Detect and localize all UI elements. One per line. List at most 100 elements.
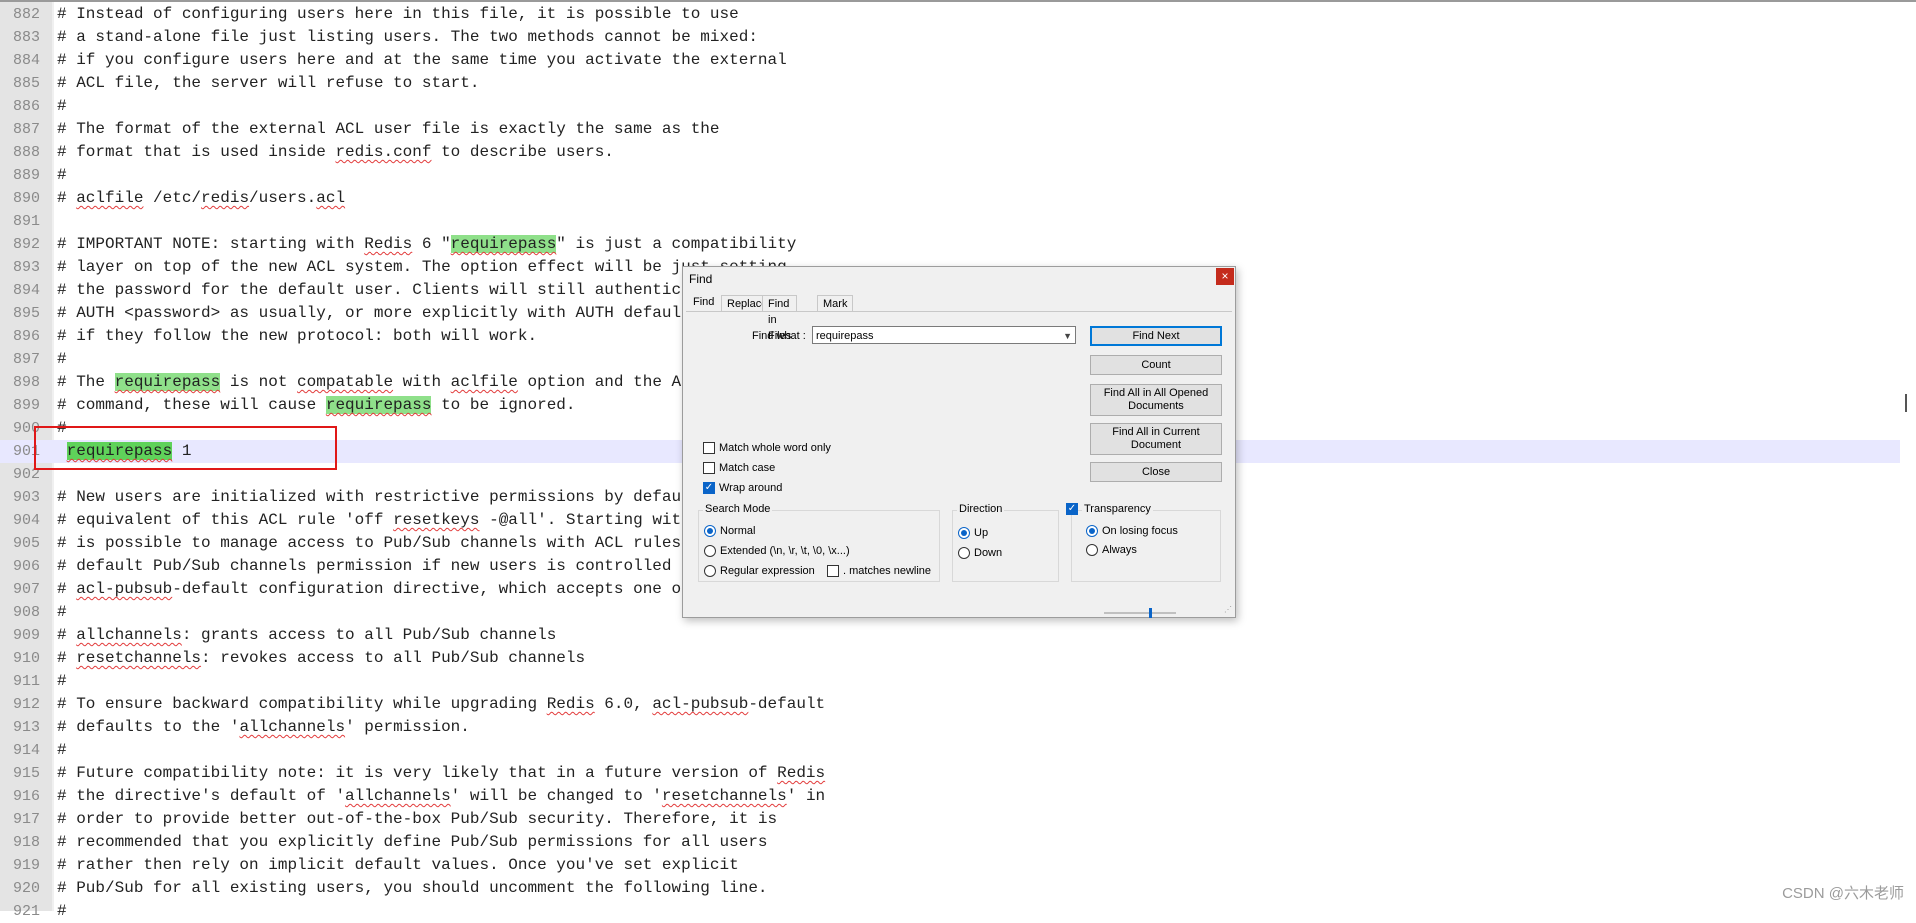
line-text: # xyxy=(57,900,67,923)
count-button[interactable]: Count xyxy=(1090,355,1222,375)
code-line[interactable]: 918 # recommended that you explicitly def… xyxy=(0,831,1900,854)
slider-knob[interactable] xyxy=(1149,608,1152,618)
normal-radio[interactable] xyxy=(704,525,716,537)
extended-radio[interactable] xyxy=(704,545,716,557)
code-line[interactable]: 882 # Instead of configuring users here i… xyxy=(0,3,1900,26)
code-line[interactable]: 913 # defaults to the 'allchannels' permi… xyxy=(0,716,1900,739)
line-text: # command, these will cause requirepass … xyxy=(57,394,576,417)
code-line[interactable]: 883 # a stand-alone file just listing use… xyxy=(0,26,1900,49)
text-segment: ' in xyxy=(786,787,826,805)
text-segment: resetchannels xyxy=(661,787,787,805)
text-segment: : revokes access to all Pub/Sub channels xyxy=(201,649,586,667)
find-all-opened-button[interactable]: Find All in All Opened Documents xyxy=(1090,384,1222,416)
text-segment: to be ignored. xyxy=(431,396,576,414)
on-losing-focus-radio[interactable] xyxy=(1086,525,1098,537)
code-line[interactable]: 914 # xyxy=(0,739,1900,762)
text-segment: # default Pub/Sub channels permission if… xyxy=(57,557,739,575)
line-number: 905 xyxy=(12,535,40,552)
code-line[interactable]: 910 # resetchannels: revokes access to al… xyxy=(0,647,1900,670)
code-line[interactable]: 909 # allchannels: grants access to all P… xyxy=(0,624,1900,647)
down-label: Down xyxy=(974,547,1003,559)
close-icon[interactable]: × xyxy=(1216,268,1234,285)
text-segment: aclfile xyxy=(450,373,518,391)
line-text: # allchannels: grants access to all Pub/… xyxy=(57,624,556,647)
line-number: 907 xyxy=(12,581,40,598)
text-segment: 6 " xyxy=(412,235,451,253)
text-segment: " is just a compatibility xyxy=(556,235,797,253)
line-text: # aclfile /etc/redis/users.acl xyxy=(57,187,345,210)
find-dialog[interactable]: Find × Find Replace Find in Files Mark F… xyxy=(682,266,1236,618)
find-what-input[interactable]: requirepass ▼ xyxy=(812,326,1076,344)
tab-find-in-files[interactable]: Find in Files xyxy=(762,295,798,342)
down-radio[interactable] xyxy=(958,547,970,559)
transparency-slider[interactable] xyxy=(1104,608,1176,618)
text-segment: /etc/ xyxy=(143,189,202,207)
match-whole-word-checkbox[interactable] xyxy=(703,442,715,454)
line-number: 906 xyxy=(12,558,40,575)
matches-newline-checkbox[interactable] xyxy=(827,565,839,577)
text-segment: # xyxy=(57,672,67,690)
find-all-current-button[interactable]: Find All in Current Document xyxy=(1090,423,1222,455)
code-line[interactable]: 891 xyxy=(0,210,1900,233)
match-case-checkbox[interactable] xyxy=(703,462,715,474)
line-number: 884 xyxy=(12,52,40,69)
code-line[interactable]: 919 # rather then rely on implicit defaul… xyxy=(0,854,1900,877)
regex-label: Regular expression xyxy=(720,565,815,577)
code-line[interactable]: 889 # xyxy=(0,164,1900,187)
code-line[interactable]: 886 # xyxy=(0,95,1900,118)
code-line[interactable]: 915 # Future compatibility note: it is ve… xyxy=(0,762,1900,785)
normal-label: Normal xyxy=(720,525,756,537)
code-line[interactable]: 887 # The format of the external ACL user… xyxy=(0,118,1900,141)
chevron-down-icon[interactable]: ▼ xyxy=(1063,327,1072,345)
line-number: 910 xyxy=(12,650,40,667)
code-line[interactable]: 885 # ACL file, the server will refuse to… xyxy=(0,72,1900,95)
code-line[interactable]: 890 # aclfile /etc/redis/users.acl xyxy=(0,187,1900,210)
line-text: # Pub/Sub for all existing users, you sh… xyxy=(57,877,768,900)
code-line[interactable]: 912 # To ensure backward compatibility wh… xyxy=(0,693,1900,716)
code-line[interactable]: 884 # if you configure users here and at … xyxy=(0,49,1900,72)
close-button[interactable]: Close xyxy=(1090,462,1222,482)
line-text: # xyxy=(57,739,67,762)
line-number: 920 xyxy=(12,880,40,897)
code-line[interactable]: 888 # format that is used inside redis.co… xyxy=(0,141,1900,164)
scrollbar-marker[interactable] xyxy=(1905,394,1907,412)
line-number: 890 xyxy=(12,190,40,207)
wrap-around-checkbox[interactable]: ✓ xyxy=(703,482,715,494)
find-next-button[interactable]: Find Next xyxy=(1090,326,1222,346)
code-line[interactable]: 920 # Pub/Sub for all existing users, you… xyxy=(0,877,1900,900)
line-number: 886 xyxy=(12,98,40,115)
text-segment: 6.0, xyxy=(594,695,653,713)
tab-mark[interactable]: Mark xyxy=(817,295,854,312)
always-radio[interactable] xyxy=(1086,544,1098,556)
text-segment: # recommended that you explicitly define… xyxy=(57,833,768,851)
line-number: 894 xyxy=(12,282,40,299)
text-segment: allchannels xyxy=(345,787,451,805)
direction-title: Direction xyxy=(957,503,1005,515)
line-number: 896 xyxy=(12,328,40,345)
transparency-label: Transparency xyxy=(1082,503,1153,515)
extended-label: Extended (\n, \r, \t, \0, \x...) xyxy=(720,545,850,557)
line-text: # a stand-alone file just listing users.… xyxy=(57,26,758,49)
code-line[interactable]: 917 # order to provide better out-of-the-… xyxy=(0,808,1900,831)
text-segment: # xyxy=(57,626,77,644)
code-line[interactable]: 892 # IMPORTANT NOTE: starting with Redis… xyxy=(0,233,1900,256)
text-segment: # xyxy=(57,580,77,598)
text-segment: # Pub/Sub for all existing users, you sh… xyxy=(57,879,768,897)
text-segment: # order to provide better out-of-the-box… xyxy=(57,810,778,828)
text-segment: # defaults to the ' xyxy=(57,718,240,736)
code-line[interactable]: 916 # the directive's default of 'allchan… xyxy=(0,785,1900,808)
text-segment: # xyxy=(57,603,67,621)
line-number: 903 xyxy=(12,489,40,506)
code-line[interactable]: 911 # xyxy=(0,670,1900,693)
transparency-checkbox[interactable]: ✓ xyxy=(1066,503,1078,515)
up-radio[interactable] xyxy=(958,527,970,539)
tab-find[interactable]: Find xyxy=(687,293,721,312)
code-line[interactable]: 921 # xyxy=(0,900,1900,923)
match-whole-word-label: Match whole word only xyxy=(719,442,831,454)
text-segment: # equivalent of this ACL rule 'off xyxy=(57,511,394,529)
regex-radio[interactable] xyxy=(704,565,716,577)
line-text: # xyxy=(57,164,67,187)
always-label: Always xyxy=(1102,544,1137,556)
text-segment: # xyxy=(57,741,67,759)
resize-grip-icon[interactable]: ⋰ xyxy=(1224,606,1232,614)
